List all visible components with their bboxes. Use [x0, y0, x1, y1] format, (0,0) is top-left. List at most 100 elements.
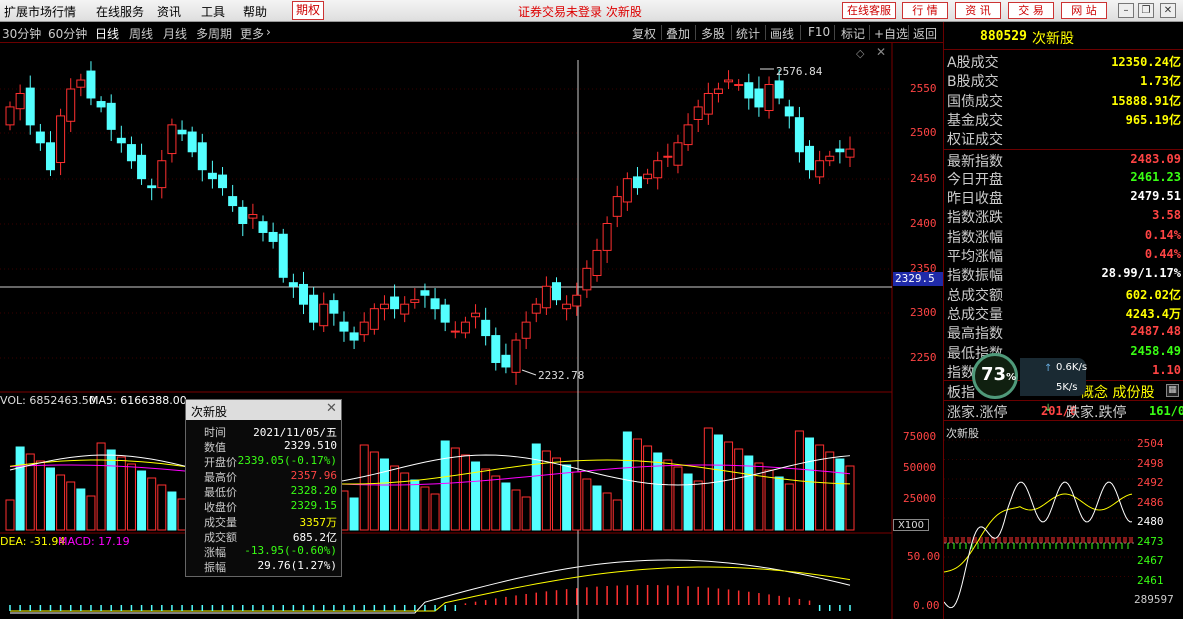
- volume-bar: [815, 444, 825, 531]
- price-tick: 2500: [910, 126, 937, 139]
- tab-weekly[interactable]: 周线: [129, 25, 153, 42]
- tool-adjust[interactable]: 复权: [632, 25, 656, 42]
- online-support-button[interactable]: 在线客服: [842, 2, 896, 19]
- tab-monthly[interactable]: 月线: [163, 25, 187, 42]
- macd-dea-line: [10, 566, 851, 612]
- stat-value: 3.58: [1152, 208, 1181, 223]
- website-button[interactable]: 网 站: [1061, 2, 1107, 19]
- vol-ma20-line: [9, 464, 851, 486]
- menu-tools[interactable]: 工具: [201, 3, 225, 20]
- tool-overlay[interactable]: 叠加: [666, 25, 690, 42]
- divider: [661, 25, 662, 40]
- login-notice: 证券交易未登录 次新股: [518, 5, 642, 19]
- volume-bar: [511, 489, 521, 531]
- stat-label: 总成交额: [947, 287, 1003, 304]
- candle-body: [86, 70, 96, 99]
- tool-multi-stock[interactable]: 多股: [701, 25, 725, 42]
- volume-bar: [15, 446, 25, 531]
- close-icon[interactable]: ✕: [326, 401, 337, 416]
- popup-row-value: 3357万: [299, 516, 338, 529]
- tool-f10[interactable]: F10: [808, 25, 830, 39]
- quote-button[interactable]: 行 情: [902, 2, 948, 19]
- price-tick: 2250: [910, 351, 937, 364]
- divider: [695, 25, 696, 40]
- tool-draw[interactable]: 画线: [770, 25, 794, 42]
- candle-body: [126, 144, 136, 162]
- candle-body: [683, 124, 693, 146]
- index-info-panel: 880529 次新股 A股成交 12350.24亿 B股成交 1.73亿 国债成交 158…: [943, 22, 1183, 619]
- candle-body: [764, 84, 774, 112]
- candle-body: [197, 142, 207, 171]
- stat-label: A股成交: [947, 55, 999, 71]
- volume-bar: [632, 438, 642, 531]
- candle-body: [622, 178, 632, 203]
- stat-value: 602.02亿: [1125, 287, 1181, 302]
- menu-extended-market[interactable]: 扩展市场行情: [4, 3, 76, 20]
- network-speed-widget[interactable]: 73% ↑ 0.6K/s ↓ 5K/s: [970, 353, 1088, 414]
- candle-body: [784, 106, 794, 117]
- candle-body: [713, 88, 723, 94]
- tab-multi-period[interactable]: 多周期: [196, 25, 232, 42]
- grid-icon[interactable]: ▦: [1166, 384, 1179, 397]
- candle-body: [582, 267, 592, 291]
- popup-header[interactable]: 次新股 ✕: [186, 400, 341, 420]
- candle-body: [400, 303, 410, 315]
- close-icon[interactable]: ✕: [1160, 3, 1176, 18]
- candle-body: [45, 142, 55, 171]
- volume-bar: [835, 458, 845, 531]
- tool-back[interactable]: 返回: [913, 25, 937, 42]
- high-label: 2576.84: [776, 65, 823, 78]
- volume-bar: [612, 499, 622, 531]
- down-value: 161/0: [1149, 404, 1183, 418]
- data-window-popup[interactable]: 次新股 ✕ 时间 2021/11/05/五 数值 2329.510 开盘价 2339.05…: [185, 399, 342, 577]
- popup-row-value: 2328.20: [290, 484, 337, 497]
- stat-row: A股成交 12350.24亿: [944, 51, 1183, 71]
- candle-body: [288, 282, 298, 287]
- chevron-right-icon[interactable]: ›: [266, 25, 271, 39]
- menu-online-service[interactable]: 在线服务: [96, 3, 144, 20]
- volume-bar: [106, 449, 116, 531]
- popup-row-value: 685.2亿: [292, 531, 337, 544]
- menu-help[interactable]: 帮助: [243, 3, 267, 20]
- chart-canvas[interactable]: [0, 43, 943, 619]
- tab-30min[interactable]: 30分钟: [2, 25, 41, 42]
- popup-row-label: 最低价: [204, 486, 237, 499]
- kline-chart[interactable]: 2576.84 2232.78 2329.5 2550 2500 2450 2400 2…: [0, 43, 943, 619]
- candle-body: [794, 117, 804, 153]
- tool-stats[interactable]: 统计: [736, 25, 760, 42]
- restore-icon[interactable]: ❐: [1138, 3, 1154, 18]
- volume-bar: [116, 456, 126, 531]
- volume-bar: [147, 477, 157, 531]
- tab-60min[interactable]: 60分钟: [48, 25, 87, 42]
- diamond-icon[interactable]: ◇: [856, 47, 864, 60]
- candle-body: [420, 290, 430, 296]
- volume-bar: [683, 473, 693, 531]
- volume-bar: [481, 468, 491, 531]
- price-tick: 2400: [910, 217, 937, 230]
- close-icon[interactable]: ✕: [876, 45, 886, 59]
- candle-body: [248, 214, 258, 219]
- stat-row: 昨日收盘 2479.51: [944, 187, 1183, 207]
- tab-daily[interactable]: 日线: [95, 25, 119, 42]
- candle-body: [258, 221, 268, 233]
- minimize-icon[interactable]: –: [1118, 3, 1134, 18]
- popup-row-value: -13.95(-0.60%): [244, 544, 337, 557]
- candle-body: [268, 231, 278, 242]
- tab-more[interactable]: 更多: [240, 25, 264, 42]
- trade-button[interactable]: 交 易: [1008, 2, 1054, 19]
- stat-value: 1.73亿: [1140, 74, 1181, 89]
- candle-body: [207, 172, 217, 180]
- candle-body: [835, 148, 845, 153]
- menu-news[interactable]: 资讯: [157, 3, 181, 20]
- period-toolbar: 30分钟 60分钟 日线 周线 月线 多周期 更多 › 复权 叠加 多股 统计 …: [0, 22, 943, 43]
- tool-add-watchlist[interactable]: +自选: [874, 25, 908, 42]
- stat-value: 15888.91亿: [1111, 93, 1181, 108]
- options-button[interactable]: 期权: [292, 1, 324, 20]
- tool-mark[interactable]: 标记: [841, 25, 865, 42]
- info-button[interactable]: 资 讯: [955, 2, 1001, 19]
- candle-body: [56, 115, 66, 164]
- ma5-legend: MA5: 6166388.00: [89, 394, 187, 407]
- stat-row: 总成交额 602.02亿: [944, 284, 1183, 304]
- popup-row-value: 2357.96: [290, 469, 337, 482]
- concept-label[interactable]: 概念 成份股: [1080, 382, 1154, 402]
